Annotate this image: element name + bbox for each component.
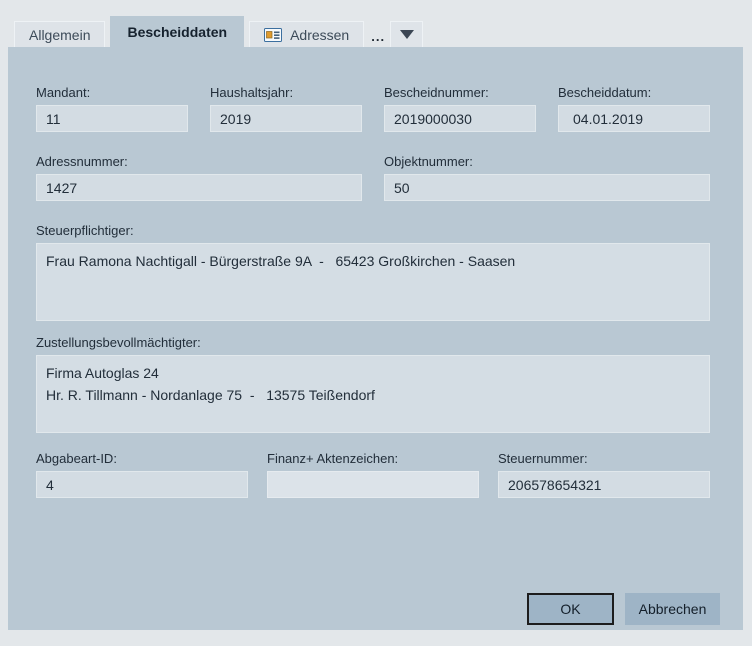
- field-group-bescheiddatum: Bescheiddatum:: [558, 85, 710, 132]
- field-group-steuerpflichtiger: Steuerpflichtiger: Frau Ramona Nachtigal…: [36, 223, 710, 321]
- field-group-mandant: Mandant:: [36, 85, 188, 132]
- tab-allgemein-label: Allgemein: [29, 27, 90, 43]
- adressnummer-input[interactable]: [36, 174, 362, 201]
- tab-adressen[interactable]: Adressen: [249, 21, 364, 47]
- field-group-bescheidnummer: Bescheidnummer:: [384, 85, 536, 132]
- haushaltsjahr-label: Haushaltsjahr:: [210, 85, 362, 100]
- zustellungsbevollmaechtigter-textarea[interactable]: Firma Autoglas 24 Hr. R. Tillmann - Nord…: [36, 355, 710, 433]
- steuernummer-input[interactable]: [498, 471, 710, 498]
- haushaltsjahr-input[interactable]: [210, 105, 362, 132]
- field-group-haushaltsjahr: Haushaltsjahr:: [210, 85, 362, 132]
- mandant-label: Mandant:: [36, 85, 188, 100]
- tab-bescheiddaten[interactable]: Bescheiddaten: [110, 16, 244, 47]
- tab-bescheiddaten-label: Bescheiddaten: [127, 24, 227, 40]
- bescheiddatum-input[interactable]: [558, 105, 710, 132]
- mandant-input[interactable]: [36, 105, 188, 132]
- steuerpflichtiger-label: Steuerpflichtiger:: [36, 223, 710, 238]
- objektnummer-label: Objektnummer:: [384, 154, 710, 169]
- bescheiddatum-label: Bescheiddatum:: [558, 85, 710, 100]
- abgabeart-id-input[interactable]: [36, 471, 248, 498]
- tab-bar: Allgemein Bescheiddaten Adressen ...: [14, 0, 423, 47]
- address-card-icon: [264, 28, 282, 42]
- bescheidnummer-label: Bescheidnummer:: [384, 85, 536, 100]
- objektnummer-input[interactable]: [384, 174, 710, 201]
- field-group-adressnummer: Adressnummer:: [36, 154, 362, 201]
- field-group-steuernummer: Steuernummer:: [498, 451, 710, 498]
- field-group-abgabeart-id: Abgabeart-ID:: [36, 451, 248, 498]
- zustellungsbevollmaechtigter-label: Zustellungsbevollmächtigter:: [36, 335, 710, 350]
- cancel-button[interactable]: Abbrechen: [625, 593, 720, 625]
- finanz-aktenzeichen-label: Finanz+ Aktenzeichen:: [267, 451, 479, 466]
- tab-overflow-indicator: ...: [371, 29, 385, 44]
- adressnummer-label: Adressnummer:: [36, 154, 362, 169]
- steuernummer-label: Steuernummer:: [498, 451, 710, 466]
- field-group-zustellungsbevollmaechtigter: Zustellungsbevollmächtigter: Firma Autog…: [36, 335, 710, 433]
- finanz-aktenzeichen-input[interactable]: [267, 471, 479, 498]
- field-group-finanz-aktenzeichen: Finanz+ Aktenzeichen:: [267, 451, 479, 498]
- bescheidnummer-input[interactable]: [384, 105, 536, 132]
- bescheiddaten-dialog: Allgemein Bescheiddaten Adressen ...: [0, 0, 752, 646]
- field-group-objektnummer: Objektnummer:: [384, 154, 710, 201]
- chevron-down-icon: [400, 30, 414, 39]
- tab-adressen-label: Adressen: [290, 27, 349, 43]
- tab-list-dropdown-button[interactable]: [390, 21, 423, 47]
- steuerpflichtiger-textarea[interactable]: Frau Ramona Nachtigall - Bürgerstraße 9A…: [36, 243, 710, 321]
- tab-allgemein[interactable]: Allgemein: [14, 21, 105, 47]
- abgabeart-id-label: Abgabeart-ID:: [36, 451, 248, 466]
- ok-button[interactable]: OK: [527, 593, 614, 625]
- bescheiddaten-panel: Mandant: Haushaltsjahr: Bescheidnummer: …: [8, 47, 743, 630]
